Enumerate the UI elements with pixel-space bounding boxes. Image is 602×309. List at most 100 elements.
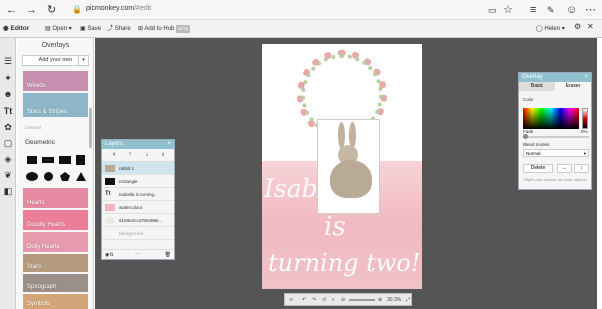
bring-forward-icon[interactable]: ⇡ [128,152,132,158]
editor-tab[interactable]: ◉ Editor [3,25,29,33]
color-spectrum[interactable] [523,108,579,129]
tab-eraser[interactable]: Eraser [555,82,591,91]
overlay-category-stars-stripes[interactable]: Stars & Stripes [23,93,88,117]
chevron-down-icon[interactable]: ▾ [78,56,88,65]
bring-to-front-icon[interactable]: ⇞ [112,152,116,158]
zoom-in-icon[interactable]: ⊕ [378,297,382,303]
more-icon[interactable]: ⋯ [585,3,596,17]
zoom-toolbar: ≋ ↶ ↷ ↺ ◐ ⊖ ⊕ 30.3% ⤢ [284,293,412,306]
design-canvas[interactable]: Isabella is turning two! [262,44,422,289]
zoom-out-icon[interactable]: ⊖ [341,297,345,303]
flip-vertical-button[interactable]: ↕ [574,164,589,173]
gear-icon[interactable]: ⚙ [574,23,581,31]
overlay-category-spirograph[interactable]: Spirograph [23,274,88,292]
layer-row[interactable]: 61e8e2cca7b0469e... [102,214,174,227]
color-label: Color [523,97,534,102]
layer-label: watercolour [119,205,143,210]
layer-row[interactable]: rectangle [102,175,174,188]
delete-button[interactable]: Delete [523,164,553,173]
open-label: Open [52,26,68,32]
send-to-back-icon[interactable]: ⇟ [161,152,165,158]
forward-icon[interactable]: → [26,3,37,17]
reset-icon[interactable]: ↺ [322,297,326,303]
overlay-header[interactable]: Overlay × [519,73,591,82]
canvas-text-line3[interactable]: turning two! [268,249,420,277]
url-host: picmonkey.com [86,5,135,12]
blend-mode-select[interactable]: Normal ▾ [523,149,589,157]
pentagon-shape[interactable] [60,172,70,181]
text-icon[interactable]: Tt [2,105,14,117]
reader-icon[interactable]: ▭ [488,3,497,17]
overlay-category-doodly-hearts[interactable]: Doodly Hearts [23,210,88,230]
rectangle-shape[interactable] [42,157,54,163]
magic-wand-icon[interactable]: ✦ [2,72,14,84]
address-bar[interactable]: picmonkey.com/#edit [86,5,151,12]
compare-icon[interactable]: ◐ [332,297,335,303]
circle-shape[interactable] [44,172,53,181]
layers-panel: Layers × ⇞ ⇡ ⇣ ⇟ rabbit 1 rectangle Tt Isa… [101,139,175,260]
send-backward-icon[interactable]: ⇣ [145,152,149,158]
overlay-category-stars[interactable]: Stars [23,254,88,272]
texture-icon[interactable]: ◈ [2,153,14,165]
close-icon[interactable]: × [167,140,171,149]
close-icon[interactable]: × [584,73,588,82]
oval-shape[interactable] [26,172,38,181]
visibility-icon[interactable]: ◉⇅ [105,252,114,258]
save-button[interactable]: ▣ Save [80,25,101,33]
layer-row[interactable]: Tt Isabella is turning... [102,188,174,201]
adjust-icon[interactable]: ☰ [2,55,14,67]
share-button[interactable]: ⤴ Share [107,25,131,33]
layers-toolbar: ⇞ ⇡ ⇣ ⇟ [102,149,174,162]
back-icon[interactable]: ← [6,3,17,17]
background-layer-row[interactable]: Background [102,227,174,240]
wide-rectangle-shape[interactable] [59,156,71,164]
fade-slider-knob[interactable] [523,134,528,139]
layer-row[interactable]: watercolour [102,201,174,214]
touch-up-icon[interactable]: ☻ [2,88,14,100]
overlay-category-doily-hearts[interactable]: Doily Hearts [23,232,88,252]
tab-basic[interactable]: Basic [519,82,555,91]
editor-icon: ◉ [3,25,9,32]
menu-icon[interactable]: ≡ [530,3,536,17]
beta-badge: BETA [176,25,191,33]
trash-icon[interactable]: 🗑 [165,252,171,258]
overlay-category-weeds[interactable]: Weeds [23,71,88,91]
fade-slider[interactable] [523,134,589,139]
rabbit-overlay[interactable] [317,119,380,214]
undo-icon[interactable]: ↶ [302,297,306,303]
overlay-icon[interactable]: ✿ [2,121,14,133]
frame-icon[interactable]: ▢ [2,137,14,149]
color-brightness-bar[interactable] [582,108,588,129]
add-your-own-button[interactable]: Add your own ▾ [22,55,89,66]
overlay-category-symbols[interactable]: Symbols [23,294,88,309]
fit-screen-icon[interactable]: ⤢ [406,297,410,303]
profile-icon[interactable]: ☺ [566,3,577,17]
open-button[interactable]: ▤ Open ▾ [45,25,72,33]
layers-header[interactable]: Layers × [102,140,174,149]
theme-icon[interactable]: ❦ [2,169,14,181]
tall-rectangle-shape[interactable] [76,155,85,165]
zoom-slider[interactable] [349,299,375,301]
layer-label: Background [119,231,144,236]
add-to-hub-button[interactable]: ⊞ Add to Hub BETA [138,25,191,33]
overlay-title: Overlay [522,74,543,80]
layers-toggle-icon[interactable]: ≋ [289,297,293,303]
category-label: Weeds [27,83,46,89]
canvas-text-line2[interactable]: is [324,212,346,242]
section-label: General [25,125,42,130]
pen-icon[interactable]: ✎ [547,3,555,17]
refresh-icon[interactable]: ↻ [47,3,56,17]
layer-row[interactable]: rabbit 1 [102,162,174,175]
drag-handle-icon[interactable]: ⋯ [135,251,140,257]
flip-horizontal-button[interactable]: ↔ [557,164,572,173]
redo-icon[interactable]: ↷ [312,297,316,303]
close-icon[interactable]: ✕ [587,23,594,31]
layer-thumbnail [105,165,115,172]
collage-icon[interactable]: ◧ [2,185,14,197]
overlay-category-hearts[interactable]: Hearts [23,188,88,208]
triangle-shape[interactable] [76,172,86,181]
user-menu[interactable]: ◯ Helen ▾ [536,25,565,33]
star-icon[interactable]: ☆ [503,3,513,17]
square-shape[interactable] [27,156,37,164]
panel-scrollbar[interactable] [89,108,92,148]
